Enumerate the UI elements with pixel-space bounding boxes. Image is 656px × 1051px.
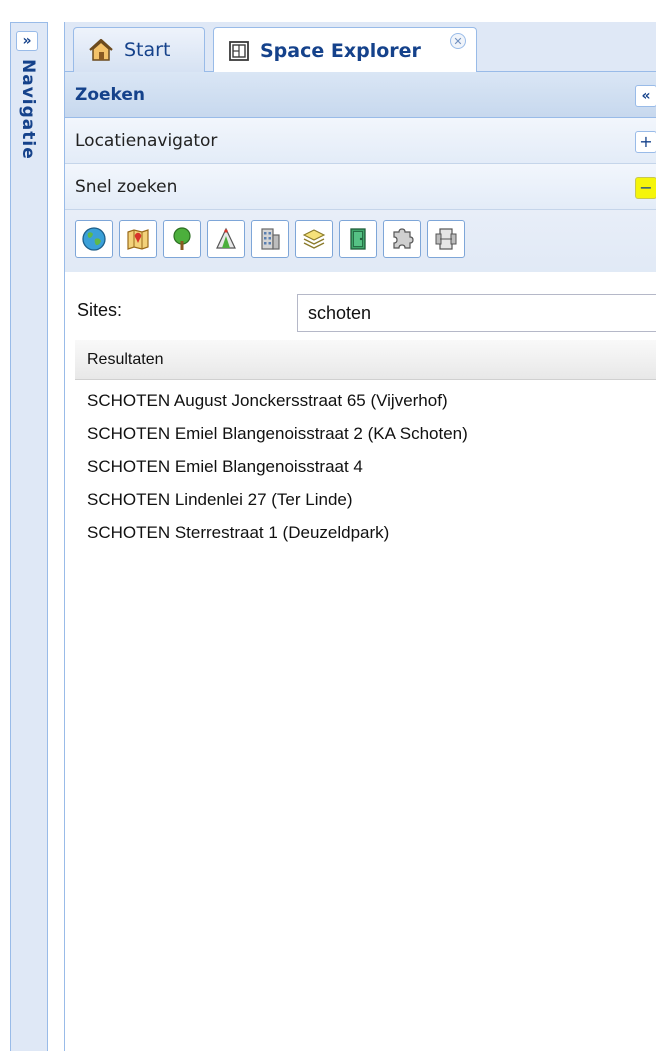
- results-list: SCHOTEN August Jonckersstraat 65 (Vijver…: [75, 384, 656, 549]
- building-button[interactable]: [251, 220, 289, 258]
- door-icon: [350, 228, 366, 250]
- navigation-panel: » Navigatie: [10, 22, 48, 1051]
- layers-button[interactable]: [295, 220, 333, 258]
- sites-label: Sites:: [77, 300, 123, 320]
- expand-navigation-button[interactable]: »: [16, 31, 38, 51]
- navigation-title[interactable]: Navigatie: [18, 59, 38, 160]
- home-icon: [88, 38, 114, 62]
- tab-bar: Start Space Explorer ✕: [65, 22, 656, 73]
- result-item[interactable]: SCHOTEN Lindenlei 27 (Ter Linde): [75, 483, 656, 516]
- result-item[interactable]: SCHOTEN Emiel Blangenoisstraat 2 (KA Sch…: [75, 417, 656, 450]
- results-header[interactable]: Resultaten: [75, 340, 656, 380]
- locatienavigator-header[interactable]: Locatienavigator +: [65, 118, 656, 164]
- snel-zoeken-header[interactable]: Snel zoeken −: [65, 164, 656, 210]
- floorplan-icon: [228, 40, 250, 62]
- layers-icon: [302, 229, 326, 249]
- tab-start[interactable]: Start: [73, 27, 205, 72]
- tree-icon: [173, 227, 191, 250]
- map-button[interactable]: [119, 220, 157, 258]
- globe-button[interactable]: [75, 220, 113, 258]
- campsite-icon: [216, 227, 236, 249]
- snel-zoeken-title: Snel zoeken: [75, 177, 178, 197]
- tab-space-explorer-label: Space Explorer: [260, 39, 421, 62]
- zoeken-title: Zoeken: [75, 85, 146, 105]
- door-button[interactable]: [339, 220, 377, 258]
- tab-space-explorer[interactable]: Space Explorer ✕: [213, 27, 477, 73]
- sites-search-input[interactable]: [297, 294, 656, 332]
- search-type-toolbar: [65, 210, 656, 306]
- tab-start-label: Start: [124, 39, 171, 61]
- close-tab-icon[interactable]: ✕: [450, 33, 466, 49]
- collapse-snel-zoeken-button[interactable]: −: [635, 177, 656, 199]
- puzzle-button[interactable]: [383, 220, 421, 258]
- results-title: Resultaten: [87, 351, 164, 368]
- result-item[interactable]: SCHOTEN August Jonckersstraat 65 (Vijver…: [75, 384, 656, 417]
- search-type-buttons: [75, 220, 465, 260]
- result-item[interactable]: SCHOTEN Emiel Blangenoisstraat 4: [75, 450, 656, 483]
- globe-icon: [82, 227, 106, 251]
- building-icon: [261, 228, 280, 250]
- campsite-button[interactable]: [207, 220, 245, 258]
- result-item[interactable]: SCHOTEN Sterrestraat 1 (Deuzeldpark): [75, 516, 656, 549]
- collapse-zoeken-button[interactable]: «: [635, 85, 656, 107]
- tree-button[interactable]: [163, 220, 201, 258]
- locatienavigator-title: Locatienavigator: [75, 131, 218, 151]
- furniture-icon: [435, 228, 457, 250]
- main-panel: Start Space Explorer ✕ Zoeken « Locatien…: [64, 22, 656, 1051]
- zoeken-header: Zoeken «: [65, 72, 656, 118]
- furniture-button[interactable]: [427, 220, 465, 258]
- puzzle-icon: [393, 228, 414, 249]
- map-icon: [127, 229, 149, 250]
- app-window: » Navigatie Start Space Explorer ✕ Zoeke…: [0, 0, 656, 1051]
- expand-locatienavigator-button[interactable]: +: [635, 131, 656, 153]
